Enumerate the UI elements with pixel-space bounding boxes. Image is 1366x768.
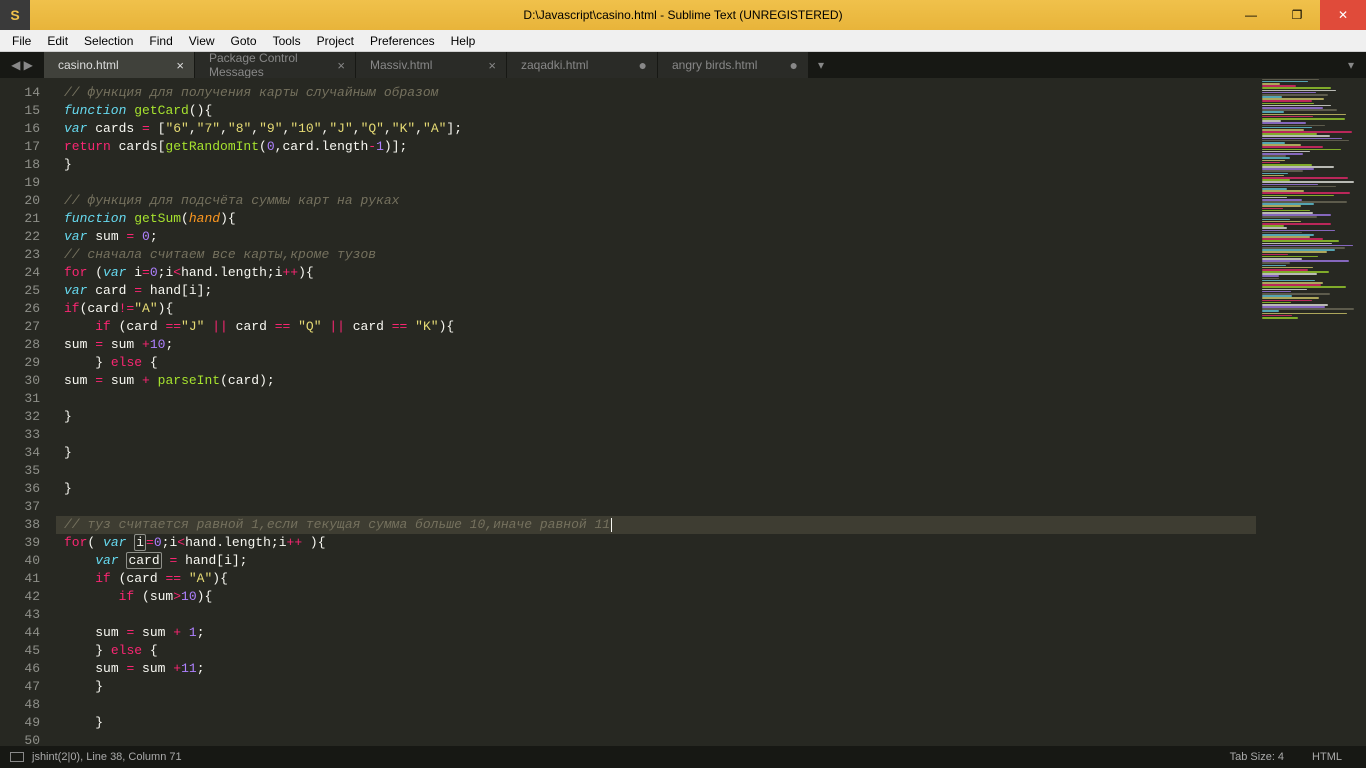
code-line[interactable] <box>64 174 1256 192</box>
tab-close-icon[interactable]: × <box>488 58 496 73</box>
menu-project[interactable]: Project <box>309 30 362 52</box>
panel-switch-icon[interactable] <box>10 752 24 762</box>
code-line[interactable]: } <box>64 156 1256 174</box>
tab-menu-button[interactable]: ▾ <box>1336 52 1366 78</box>
code-line[interactable]: } <box>64 678 1256 696</box>
status-tabsize[interactable]: Tab Size: 4 <box>1216 751 1298 763</box>
code-line[interactable]: var cards = ["6","7","8","9","10","J","Q… <box>64 120 1256 138</box>
maximize-button[interactable]: ❐ <box>1274 0 1320 30</box>
code-line[interactable]: } <box>64 714 1256 732</box>
status-syntax[interactable]: HTML <box>1298 751 1356 763</box>
app-logo: S <box>0 0 30 30</box>
tab-label: Massiv.html <box>370 58 432 72</box>
tab[interactable]: casino.html × <box>44 52 194 78</box>
code-line[interactable]: sum = sum +11; <box>64 660 1256 678</box>
tab[interactable]: zaqadki.html ● <box>507 52 657 78</box>
code-line[interactable]: // функция для подсчёта суммы карт на ру… <box>64 192 1256 210</box>
menu-tools[interactable]: Tools <box>265 30 309 52</box>
code-line[interactable] <box>64 606 1256 624</box>
menu-goto[interactable]: Goto <box>223 30 265 52</box>
tab-dirty-icon: ● <box>790 57 798 73</box>
close-button[interactable]: ✕ <box>1320 0 1366 30</box>
code-area[interactable]: // функция для получения карты случайным… <box>56 78 1256 746</box>
tab-nav-arrows[interactable]: ◀ ▶ <box>0 52 44 78</box>
code-line[interactable]: var card = hand[i]; <box>64 282 1256 300</box>
minimize-button[interactable]: — <box>1228 0 1274 30</box>
tab-label: zaqadki.html <box>521 58 588 72</box>
gutter: 1415161718192021222324252627282930313233… <box>0 78 56 746</box>
code-line[interactable]: sum = sum +10; <box>64 336 1256 354</box>
tab-strip: ◀ ▶ casino.html×Package Control Messages… <box>0 52 1366 78</box>
code-line[interactable]: function getSum(hand){ <box>64 210 1256 228</box>
window-buttons: — ❐ ✕ <box>1228 0 1366 30</box>
window-titlebar: S D:\Javascript\casino.html - Sublime Te… <box>0 0 1366 30</box>
code-line[interactable] <box>64 732 1256 750</box>
code-line[interactable]: // сначала считаем все карты,кроме тузов <box>64 246 1256 264</box>
code-line[interactable]: var card = hand[i]; <box>64 552 1256 570</box>
code-line[interactable] <box>64 426 1256 444</box>
code-line[interactable]: // туз считается равной 1,если текущая с… <box>56 516 1256 534</box>
code-line[interactable]: } else { <box>64 642 1256 660</box>
menu-find[interactable]: Find <box>141 30 180 52</box>
code-line[interactable]: } else { <box>64 354 1256 372</box>
editor-area: 1415161718192021222324252627282930313233… <box>0 78 1366 746</box>
tab-dirty-icon: ● <box>639 57 647 73</box>
tab-close-icon[interactable]: × <box>176 58 184 73</box>
tab[interactable]: angry birds.html ● <box>658 52 808 78</box>
tab[interactable]: Massiv.html × <box>356 52 506 78</box>
code-line[interactable]: return cards[getRandomInt(0,card.length-… <box>64 138 1256 156</box>
code-line[interactable]: if(card!="A"){ <box>64 300 1256 318</box>
code-line[interactable]: var sum = 0; <box>64 228 1256 246</box>
tab-label: casino.html <box>58 58 119 72</box>
menu-preferences[interactable]: Preferences <box>362 30 443 52</box>
tab-close-icon[interactable]: × <box>337 58 345 73</box>
minimap[interactable] <box>1256 78 1366 746</box>
menu-help[interactable]: Help <box>443 30 484 52</box>
menu-bar: FileEditSelectionFindViewGotoToolsProjec… <box>0 30 1366 52</box>
code-line[interactable]: if (card == "A"){ <box>64 570 1256 588</box>
code-line[interactable]: if (sum>10){ <box>64 588 1256 606</box>
tab-label: angry birds.html <box>672 58 757 72</box>
code-line[interactable] <box>64 462 1256 480</box>
code-line[interactable]: for( var i=0;i<hand.length;i++ ){ <box>64 534 1256 552</box>
code-line[interactable]: } <box>64 480 1256 498</box>
code-line[interactable] <box>64 498 1256 516</box>
code-line[interactable] <box>64 696 1256 714</box>
status-left: jshint(2|0), Line 38, Column 71 <box>32 751 182 763</box>
menu-selection[interactable]: Selection <box>76 30 141 52</box>
code-line[interactable]: if (card =="J" || card == "Q" || card ==… <box>64 318 1256 336</box>
menu-edit[interactable]: Edit <box>39 30 76 52</box>
code-line[interactable]: sum = sum + 1; <box>64 624 1256 642</box>
menu-view[interactable]: View <box>181 30 223 52</box>
code-line[interactable]: sum = sum + parseInt(card); <box>64 372 1256 390</box>
code-line[interactable]: function getCard(){ <box>64 102 1256 120</box>
code-line[interactable]: // функция для получения карты случайным… <box>64 84 1256 102</box>
menu-file[interactable]: File <box>4 30 39 52</box>
code-line[interactable]: for (var i=0;i<hand.length;i++){ <box>64 264 1256 282</box>
code-line[interactable] <box>64 390 1256 408</box>
new-tab-button[interactable]: ▾ <box>809 52 833 78</box>
code-line[interactable]: } <box>64 444 1256 462</box>
code-line[interactable]: } <box>64 408 1256 426</box>
tab[interactable]: Package Control Messages × <box>195 52 355 78</box>
tab-label: Package Control Messages <box>209 51 325 79</box>
window-title: D:\Javascript\casino.html - Sublime Text… <box>523 8 842 22</box>
